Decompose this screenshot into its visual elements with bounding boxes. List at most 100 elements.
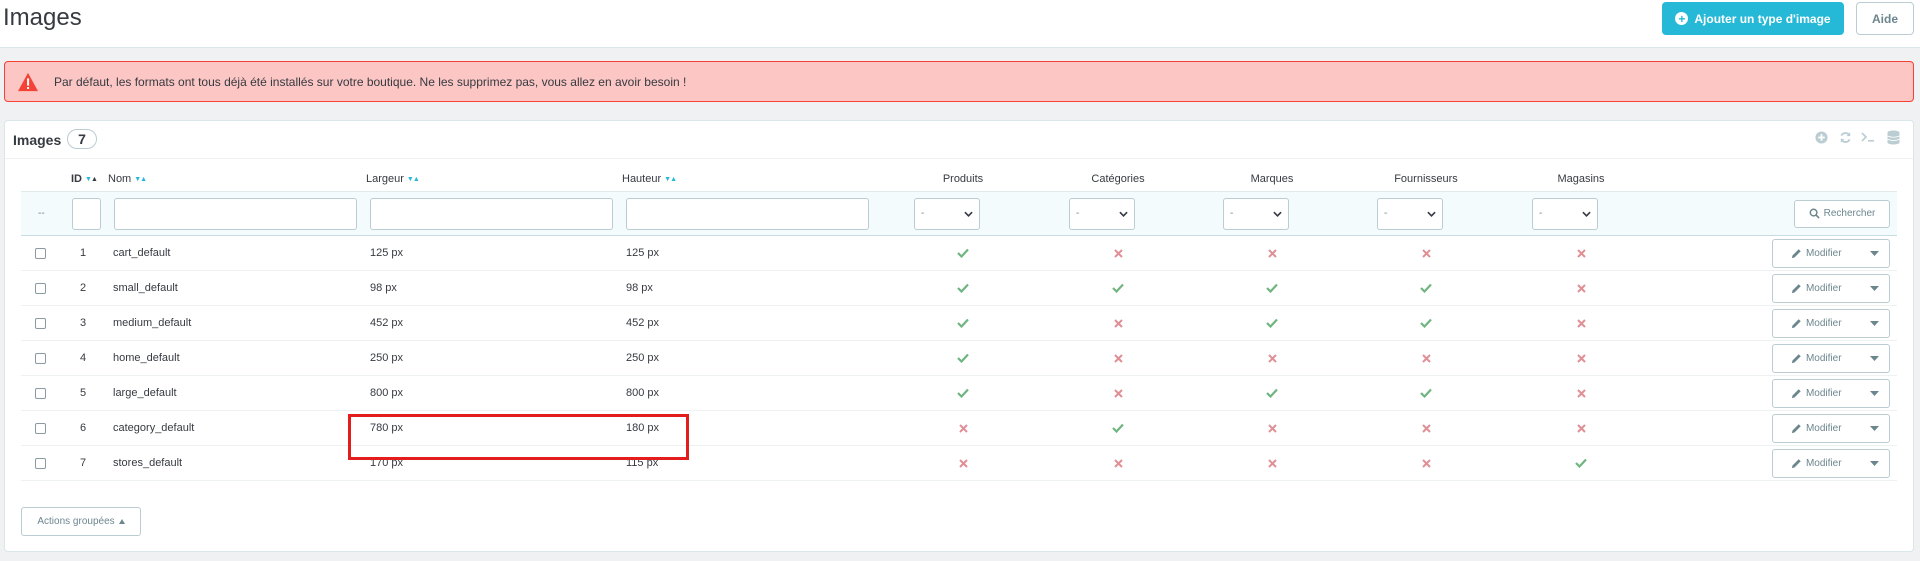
edit-dropdown-toggle[interactable] [1860,415,1889,442]
table-row[interactable]: 3 medium_default 452 px 452 px Modifier [21,306,1897,341]
filter-products-select[interactable]: - [914,197,980,230]
row-products-status[interactable] [913,271,1013,305]
edit-button[interactable]: Modifier [1772,448,1890,478]
row-suppliers-status[interactable] [1376,306,1476,340]
edit-main[interactable]: Modifier [1773,458,1860,469]
edit-dropdown-toggle[interactable] [1860,240,1889,267]
filter-suppliers-select[interactable]: - [1377,197,1443,230]
search-button[interactable]: Rechercher [1794,199,1890,228]
edit-main[interactable]: Modifier [1773,283,1860,294]
caret-up-icon [118,519,125,524]
row-stores-status[interactable] [1531,376,1631,410]
row-select-checkbox[interactable] [35,387,46,399]
add-new-icon[interactable] [1813,129,1829,145]
filter-brands-select[interactable]: - [1223,197,1289,230]
cross-icon [1576,283,1586,293]
row-categories-status[interactable] [1068,446,1168,480]
edit-main[interactable]: Modifier [1773,318,1860,329]
row-brands-status[interactable] [1222,306,1322,340]
row-brands-status[interactable] [1222,411,1322,445]
filter-categories-select[interactable]: - [1069,197,1135,230]
edit-dropdown-toggle[interactable] [1860,310,1889,337]
check-icon [1420,283,1432,293]
row-products-status[interactable] [913,446,1013,480]
row-suppliers-status[interactable] [1376,271,1476,305]
row-name: home_default [113,352,180,364]
edit-dropdown-toggle[interactable] [1860,450,1889,477]
bulk-actions-button[interactable]: Actions groupées [21,507,141,536]
help-button[interactable]: Aide [1856,2,1914,35]
table-row[interactable]: 6 category_default 780 px 180 px Modifier [21,411,1897,446]
row-select-checkbox[interactable] [35,282,46,294]
row-select-checkbox[interactable] [35,317,46,329]
edit-button[interactable]: Modifier [1772,413,1890,443]
row-select-checkbox[interactable] [35,247,46,259]
sort-icon[interactable]: ▼▲ [664,176,677,183]
row-stores-status[interactable] [1531,271,1631,305]
row-stores-status[interactable] [1531,446,1631,480]
row-brands-status[interactable] [1222,376,1322,410]
edit-dropdown-toggle[interactable] [1860,380,1889,407]
row-brands-status[interactable] [1222,236,1322,270]
add-image-type-button[interactable]: + Ajouter un type d'image [1662,2,1844,35]
edit-button[interactable]: Modifier [1772,343,1890,373]
refresh-icon[interactable] [1837,129,1853,145]
edit-main[interactable]: Modifier [1773,423,1860,434]
row-stores-status[interactable] [1531,306,1631,340]
row-select-checkbox[interactable] [35,457,46,469]
row-categories-status[interactable] [1068,271,1168,305]
terminal-icon[interactable] [1861,129,1877,145]
row-products-status[interactable] [913,376,1013,410]
row-suppliers-status[interactable] [1376,236,1476,270]
table-row[interactable]: 5 large_default 800 px 800 px Modifier [21,376,1897,411]
edit-main[interactable]: Modifier [1773,388,1860,399]
row-select-checkbox[interactable] [35,352,46,364]
edit-main[interactable]: Modifier [1773,248,1860,259]
row-stores-status[interactable] [1531,236,1631,270]
row-products-status[interactable] [913,236,1013,270]
row-select-checkbox[interactable] [35,422,46,434]
filter-height-input[interactable] [626,197,869,230]
row-categories-status[interactable] [1068,411,1168,445]
row-suppliers-status[interactable] [1376,446,1476,480]
database-icon[interactable] [1885,129,1901,145]
edit-main[interactable]: Modifier [1773,353,1860,364]
row-stores-status[interactable] [1531,411,1631,445]
table-row[interactable]: 7 stores_default 170 px 115 px Modifier [21,446,1897,481]
row-products-status[interactable] [913,411,1013,445]
row-brands-status[interactable] [1222,341,1322,375]
filter-id-input[interactable] [72,197,101,230]
filter-stores-select[interactable]: - [1532,197,1598,230]
column-header-name[interactable]: Nom ▼▲ [108,167,147,191]
row-suppliers-status[interactable] [1376,341,1476,375]
row-brands-status[interactable] [1222,446,1322,480]
sort-icon[interactable]: ▼▲ [407,176,420,183]
row-brands-status[interactable] [1222,271,1322,305]
edit-dropdown-toggle[interactable] [1860,275,1889,302]
table-row[interactable]: 1 cart_default 125 px 125 px Modifier [21,236,1897,271]
row-categories-status[interactable] [1068,341,1168,375]
filter-name-input[interactable] [114,197,357,230]
column-header-width[interactable]: Largeur ▼▲ [366,167,420,191]
row-products-status[interactable] [913,341,1013,375]
sort-icon[interactable]: ▼▲ [134,176,147,183]
row-categories-status[interactable] [1068,306,1168,340]
edit-button[interactable]: Modifier [1772,238,1890,268]
row-suppliers-status[interactable] [1376,411,1476,445]
edit-button[interactable]: Modifier [1772,308,1890,338]
table-row[interactable]: 4 home_default 250 px 250 px Modifier [21,341,1897,376]
column-header-height[interactable]: Hauteur ▼▲ [622,167,677,191]
edit-button[interactable]: Modifier [1772,273,1890,303]
filter-width-input[interactable] [370,197,613,230]
row-categories-status[interactable] [1068,376,1168,410]
edit-button[interactable]: Modifier [1772,378,1890,408]
edit-dropdown-toggle[interactable] [1860,345,1889,372]
row-height: 452 px [626,317,660,329]
row-stores-status[interactable] [1531,341,1631,375]
sort-icon[interactable]: ▼▲ [85,176,98,183]
row-suppliers-status[interactable] [1376,376,1476,410]
table-row[interactable]: 2 small_default 98 px 98 px Modifier [21,271,1897,306]
column-header-id[interactable]: ID ▼▲ [71,167,98,191]
row-categories-status[interactable] [1068,236,1168,270]
row-products-status[interactable] [913,306,1013,340]
